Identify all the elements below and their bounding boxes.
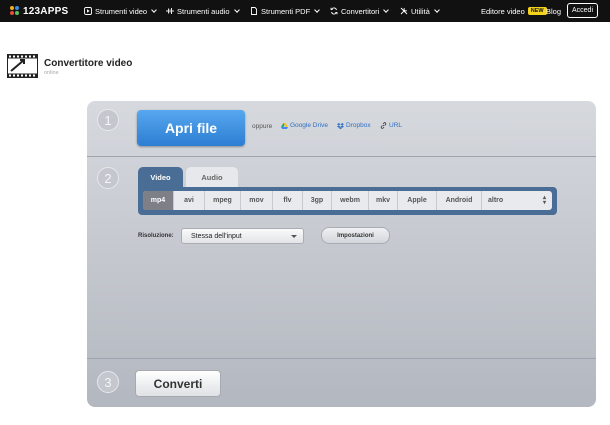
tools-icon [400,7,408,15]
google-drive-icon [281,122,288,129]
format-webm[interactable]: webm [332,191,369,210]
nav-converters-label: Convertitori [341,6,380,16]
logo-mark-icon [10,6,20,16]
format-apple[interactable]: Apple [398,191,437,210]
google-drive-link[interactable]: Google Drive [281,122,328,129]
login-button[interactable]: Accedi [567,3,598,18]
nav-pdf-tools[interactable]: Strumenti PDF [250,0,321,22]
chevron-down-icon [151,7,157,13]
resolution-label: Risoluzione: [138,233,174,239]
caret-down-icon [291,235,297,238]
converter-panel: 1 Apri file oppure Google Drive Dropbox … [87,101,596,407]
nav-video-tools-label: Strumenti video [95,6,148,16]
link-icon [380,122,387,129]
nav-blog[interactable]: Blog [546,0,561,22]
step-divider [87,358,596,359]
dropbox-icon [337,122,344,129]
site-logo[interactable]: 123APPS [10,4,68,18]
format-android[interactable]: Android [437,191,482,210]
top-navigation-bar: 123APPS Strumenti video Strumenti audio … [0,0,610,22]
up-down-arrows-icon: ▴ ▾ [542,194,546,206]
nav-pdf-tools-label: Strumenti PDF [261,6,311,16]
resolution-select[interactable]: Stessa dell'input [181,228,304,244]
format-mov[interactable]: mov [241,191,273,210]
tab-audio[interactable]: Audio [186,167,238,187]
google-drive-label: Google Drive [290,122,328,129]
chevron-down-icon [433,7,440,13]
step-2-number: 2 [97,167,119,189]
nav-video-editor[interactable]: Editore video NEW [481,0,547,22]
dropbox-link[interactable]: Dropbox [337,122,371,129]
step-1-number: 1 [97,109,119,131]
chevron-down-icon [383,7,390,13]
nav-utilities[interactable]: Utilità [400,0,440,22]
step-3-number: 3 [97,371,119,393]
nav-video-editor-label: Editore video [481,6,525,16]
format-flv[interactable]: flv [273,191,303,210]
document-icon [251,7,257,15]
format-mpeg[interactable]: mpeg [205,191,241,210]
convert-button[interactable]: Converti [135,370,221,397]
chevron-down-icon [233,7,240,13]
nav-utilities-label: Utilità [411,6,430,16]
nav-video-tools[interactable]: Strumenti video [84,0,157,22]
format-avi[interactable]: avi [174,191,205,210]
settings-button[interactable]: Impostazioni [321,227,390,244]
format-more-label: altro [488,197,504,204]
logo-text: 123APPS [23,5,69,17]
format-3gp[interactable]: 3gp [303,191,332,210]
or-label: oppure [252,123,273,130]
chevron-down-icon [314,7,321,13]
new-badge: NEW [527,7,547,15]
convert-icon [330,7,338,15]
format-mkv[interactable]: mkv [369,191,398,210]
url-link[interactable]: URL [380,122,402,129]
url-label: URL [389,122,403,129]
dropbox-label: Dropbox [346,122,371,129]
nav-audio-tools-label: Strumenti audio [177,6,230,16]
format-selector: mp4 avi mpeg mov flv 3gp webm mkv Apple … [138,187,557,215]
nav-audio-tools[interactable]: Strumenti audio [166,0,240,22]
video-converter-logo-icon [7,54,38,78]
nav-blog-label: Blog [546,6,562,16]
page-title: Convertitore video [44,58,133,69]
format-mp4[interactable]: mp4 [143,191,174,210]
resolution-value: Stessa dell'input [191,232,242,240]
format-more-dropdown[interactable]: altro ▴ ▾ [482,191,552,210]
format-list: mp4 avi mpeg mov flv 3gp webm mkv Apple … [143,191,552,210]
page-subtitle: online [44,70,59,76]
play-icon [84,7,92,15]
open-file-button[interactable]: Apri file [137,110,245,146]
waveform-icon [166,8,174,14]
nav-converters[interactable]: Convertitori [330,0,390,22]
tab-video[interactable]: Video [138,167,183,187]
step-divider [87,156,596,157]
